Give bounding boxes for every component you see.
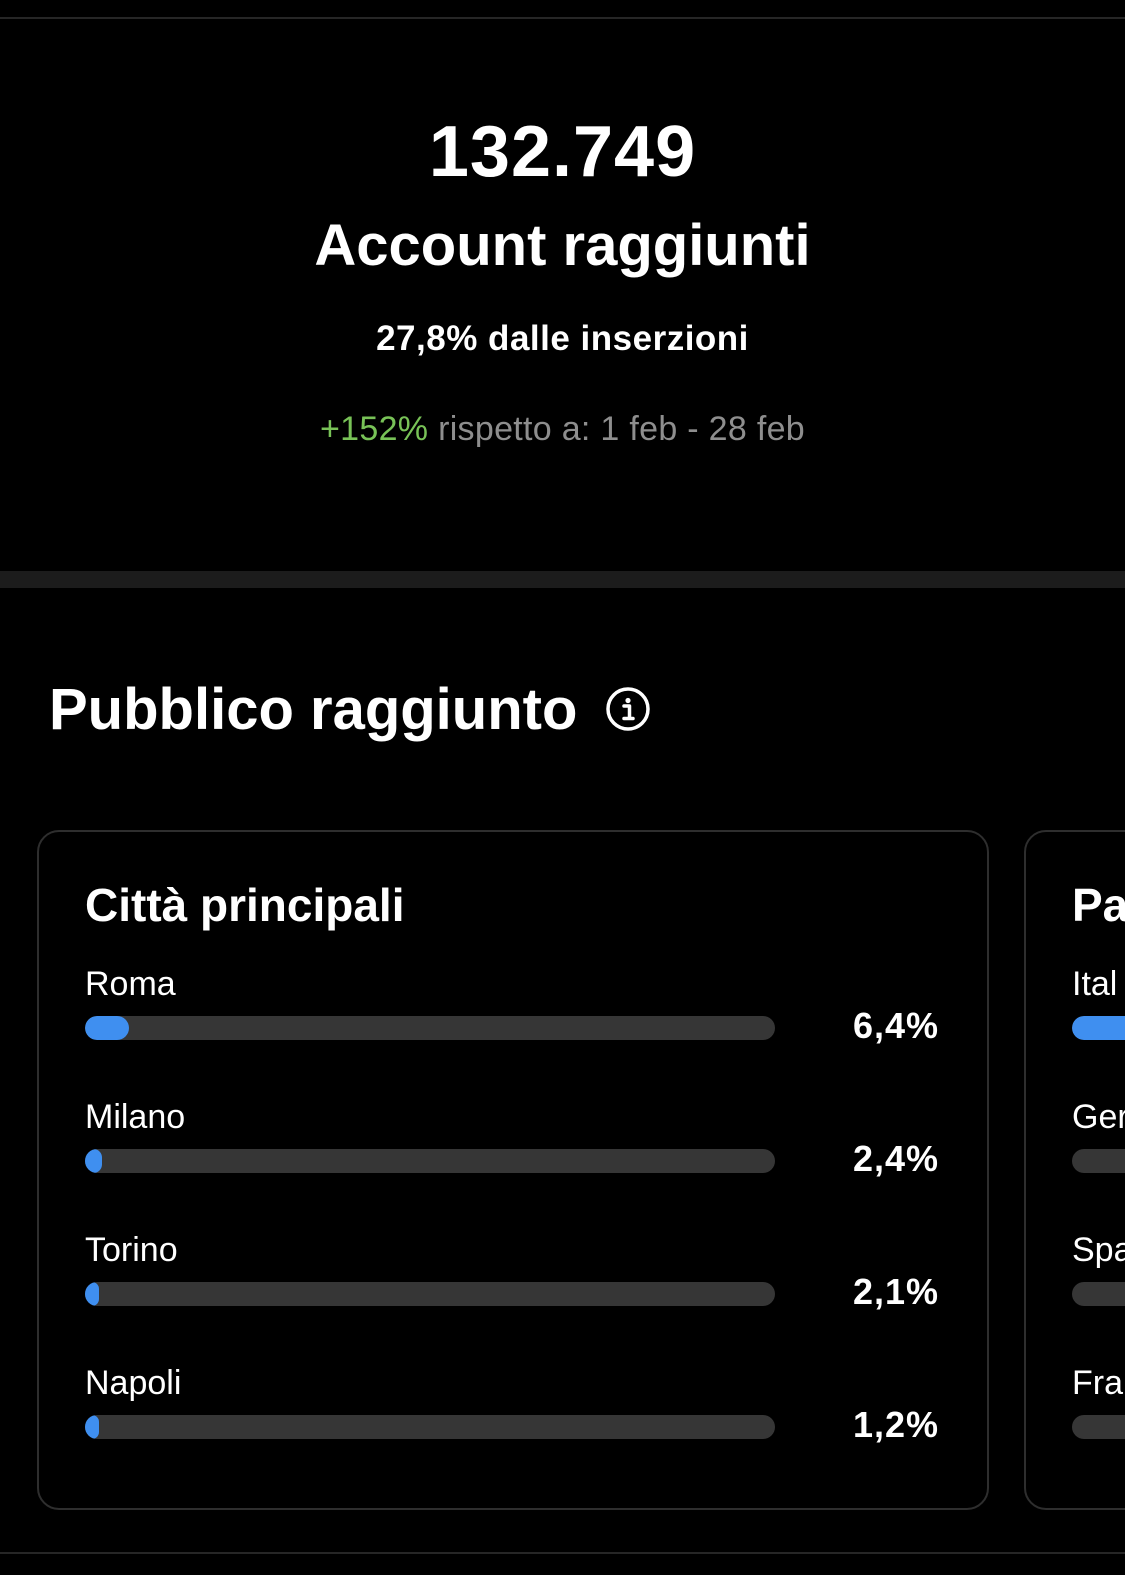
country-bar-fill: [1072, 1016, 1125, 1040]
country-bar-track: [1072, 1282, 1125, 1306]
city-row: Napoli 1,2%: [39, 1363, 987, 1483]
city-bar-track: [85, 1282, 775, 1306]
city-bar-fill: [85, 1415, 99, 1439]
city-percentage: 6,4%: [852, 1005, 939, 1046]
city-row: Torino 2,1%: [39, 1230, 987, 1350]
country-name: Fra: [1072, 1364, 1123, 1402]
top-countries-card[interactable]: Pa Ital Ger Spa Fra: [1024, 830, 1125, 1510]
city-percentage: 2,4%: [852, 1138, 939, 1179]
info-icon[interactable]: [605, 686, 651, 732]
country-bar-track: [1072, 1415, 1125, 1439]
country-row: Spa: [1026, 1230, 1125, 1350]
country-name: Ger: [1072, 1098, 1125, 1136]
city-name: Roma: [85, 965, 176, 1003]
change-percentage: +152%: [320, 410, 429, 448]
bottom-divider: [0, 1552, 1125, 1554]
city-bar-fill: [85, 1016, 129, 1040]
country-row: Fra: [1026, 1363, 1125, 1483]
country-bar-track: [1072, 1149, 1125, 1173]
top-cities-title: Città principali: [85, 879, 405, 931]
accounts-reached-label: Account raggiunti: [314, 213, 811, 278]
city-bar-fill: [85, 1149, 102, 1173]
city-bar-track: [85, 1016, 775, 1040]
city-row: Milano 2,4%: [39, 1097, 987, 1217]
city-bar-track: [85, 1415, 775, 1439]
accounts-reached-value: 132.749: [428, 112, 697, 192]
city-name: Torino: [85, 1231, 178, 1269]
top-countries-title: Pa: [1072, 879, 1125, 931]
audience-section-title: Pubblico raggiunto: [49, 677, 578, 742]
country-row: Ger: [1026, 1097, 1125, 1217]
city-percentage: 1,2%: [852, 1404, 939, 1445]
top-divider: [0, 17, 1125, 19]
country-row: Ital: [1026, 964, 1125, 1084]
country-bar-track: [1072, 1016, 1125, 1040]
country-name: Ital: [1072, 965, 1118, 1003]
city-name: Napoli: [85, 1364, 182, 1402]
section-divider: [0, 571, 1125, 588]
city-row: Roma 6,4%: [39, 964, 987, 1084]
comparison-text: +152% rispetto a: 1 feb - 28 feb: [0, 408, 1125, 450]
city-bar-fill: [85, 1282, 99, 1306]
city-name: Milano: [85, 1098, 186, 1136]
ads-share-text: 27,8% dalle inserzioni: [376, 319, 749, 358]
top-cities-card[interactable]: Città principali Roma 6,4% Milano 2,4% T…: [37, 830, 989, 1510]
city-percentage: 2,1%: [852, 1271, 939, 1312]
country-name: Spa: [1072, 1231, 1125, 1269]
city-bar-track: [85, 1149, 775, 1173]
comparison-period: rispetto a: 1 feb - 28 feb: [438, 410, 805, 448]
